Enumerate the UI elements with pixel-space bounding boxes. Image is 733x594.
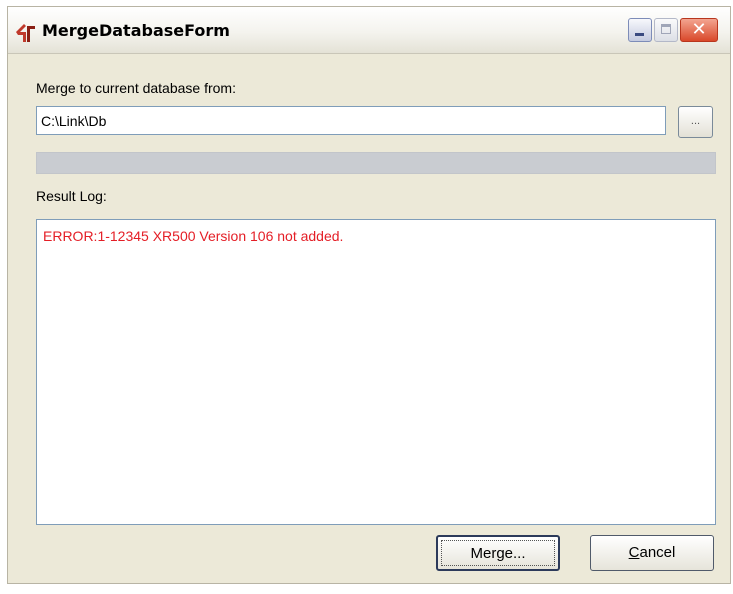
cancel-mnemonic: C [628, 544, 640, 561]
cancel-button-label: Cancel [628, 544, 676, 561]
merge-database-window: MergeDatabaseForm ✕ Merge to current dat… [7, 6, 731, 584]
merge-button[interactable]: Merge... [436, 535, 560, 571]
log-line: ERROR:1-12345 XR500 Version 106 not adde… [43, 228, 344, 244]
app-icon [16, 24, 35, 42]
minimize-icon [635, 33, 644, 36]
close-icon: ✕ [691, 19, 707, 40]
browse-button[interactable]: ... [678, 106, 713, 138]
maximize-icon [661, 24, 671, 34]
window-title: MergeDatabaseForm [42, 21, 230, 40]
database-path-input[interactable] [36, 106, 666, 135]
title-bar[interactable]: MergeDatabaseForm ✕ [8, 7, 730, 54]
focus-ring [441, 540, 555, 566]
merge-progress-bar [36, 152, 716, 174]
minimize-button[interactable] [628, 18, 652, 42]
close-button[interactable]: ✕ [680, 18, 718, 42]
result-log-label: Result Log: [36, 188, 107, 204]
result-log-box[interactable]: ERROR:1-12345 XR500 Version 106 not adde… [36, 219, 716, 525]
merge-from-label: Merge to current database from: [36, 80, 236, 96]
maximize-button[interactable] [654, 18, 678, 42]
cancel-button[interactable]: Cancel [590, 535, 714, 571]
